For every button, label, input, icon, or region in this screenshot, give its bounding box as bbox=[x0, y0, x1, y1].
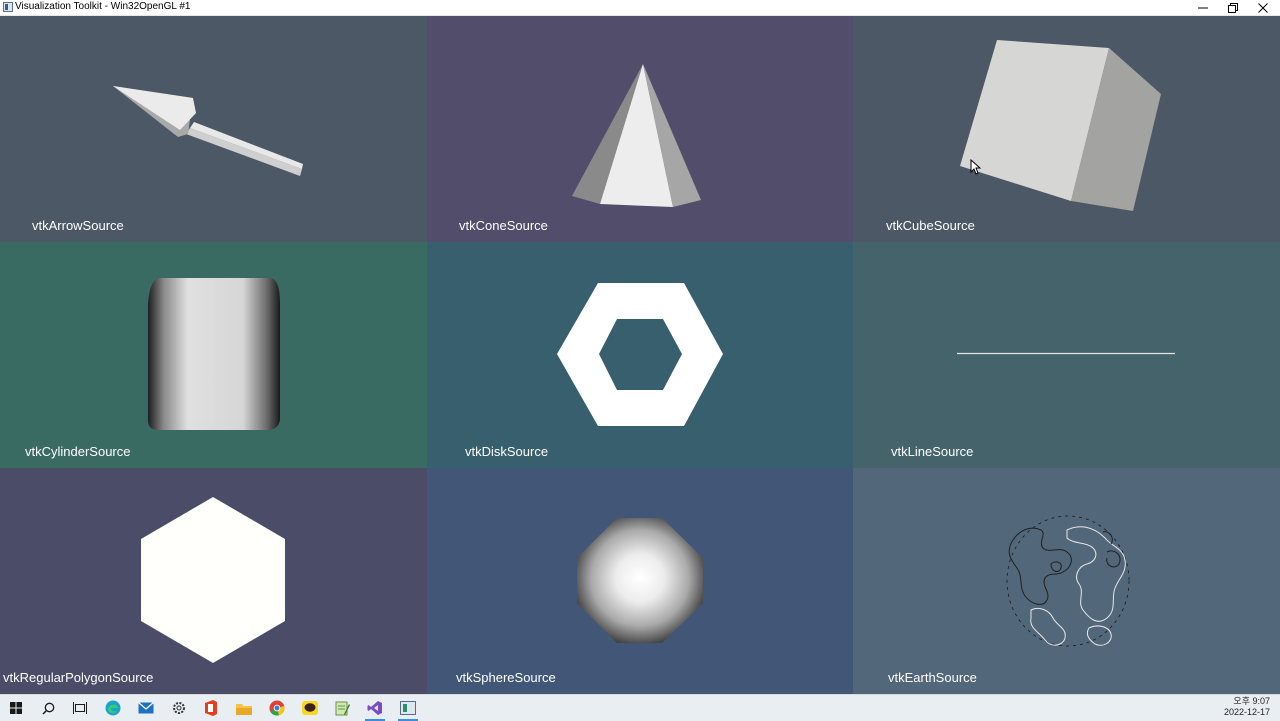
viewport-label: vtkLineSource bbox=[891, 444, 974, 459]
arrow-render bbox=[113, 86, 303, 176]
render-window[interactable]: vtkArrowSource vtkConeSource vtkCubeSour… bbox=[0, 16, 1280, 694]
taskbar-kakaotalk[interactable] bbox=[294, 695, 326, 721]
viewport-label: vtkSphereSource bbox=[456, 670, 556, 685]
task-view-icon bbox=[73, 702, 87, 714]
restore-icon bbox=[1228, 2, 1238, 13]
office-icon bbox=[205, 700, 217, 716]
regular-polygon-render bbox=[141, 497, 285, 663]
start-button[interactable] bbox=[0, 695, 32, 721]
taskbar-visual-studio[interactable] bbox=[359, 695, 391, 721]
restore-button[interactable] bbox=[1218, 0, 1248, 15]
cube-render bbox=[960, 40, 1161, 211]
viewport-label: vtkRegularPolygonSource bbox=[3, 670, 154, 685]
cylinder-render bbox=[148, 278, 280, 430]
minimize-icon bbox=[1198, 7, 1208, 8]
viewport-earth[interactable]: vtkEarthSource bbox=[853, 468, 1280, 694]
viewport-line[interactable]: vtkLineSource bbox=[853, 242, 1280, 468]
window-title: Visualization Toolkit - Win32OpenGL #1 bbox=[15, 1, 191, 12]
settings-icon bbox=[173, 702, 185, 714]
close-icon bbox=[1258, 2, 1268, 13]
visual-studio-icon bbox=[367, 701, 382, 715]
sphere-render bbox=[577, 518, 703, 643]
taskbar-office[interactable] bbox=[195, 695, 227, 721]
viewport-cube[interactable]: vtkCubeSource bbox=[853, 16, 1280, 242]
minimize-button[interactable] bbox=[1188, 0, 1218, 15]
mouse-cursor-icon bbox=[970, 159, 982, 175]
search-icon bbox=[41, 702, 54, 715]
line-render bbox=[957, 352, 1175, 355]
disk-render bbox=[557, 283, 723, 426]
window-titlebar[interactable]: Visualization Toolkit - Win32OpenGL #1 bbox=[0, 0, 1280, 16]
viewport-cone[interactable]: vtkConeSource bbox=[427, 16, 854, 242]
taskbar: 오후 9:07 2022-12-17 bbox=[0, 694, 1280, 721]
taskbar-notepad[interactable] bbox=[326, 695, 358, 721]
taskbar-chrome[interactable] bbox=[261, 695, 293, 721]
mail-icon bbox=[138, 702, 154, 714]
viewport-sphere[interactable]: vtkSphereSource bbox=[427, 468, 854, 694]
viewport-arrow[interactable]: vtkArrowSource bbox=[0, 16, 427, 242]
viewport-cylinder[interactable]: vtkCylinderSource bbox=[0, 242, 427, 468]
viewport-disk[interactable]: vtkDiskSource bbox=[427, 242, 854, 468]
taskbar-edge[interactable] bbox=[97, 695, 129, 721]
viewport-regular-polygon[interactable]: vtkRegularPolygonSource bbox=[0, 468, 427, 694]
cone-render bbox=[572, 64, 701, 207]
search-button[interactable] bbox=[32, 695, 64, 721]
notepad-icon bbox=[335, 701, 350, 716]
task-view-button[interactable] bbox=[64, 695, 96, 721]
app-icon bbox=[3, 2, 13, 12]
taskbar-vtk-window[interactable] bbox=[392, 695, 424, 721]
viewport-label: vtkArrowSource bbox=[32, 218, 124, 233]
windows-start-icon bbox=[10, 702, 22, 714]
file-explorer-icon bbox=[236, 703, 252, 715]
earth-render bbox=[1006, 515, 1130, 647]
viewport-label: vtkDiskSource bbox=[465, 444, 549, 459]
clock-time: 오후 9:07 bbox=[1233, 696, 1270, 706]
taskbar-mail[interactable] bbox=[130, 695, 162, 721]
edge-icon bbox=[105, 700, 121, 716]
viewport-label: vtkConeSource bbox=[459, 218, 548, 233]
viewport-label: vtkEarthSource bbox=[888, 670, 977, 685]
viewport-label: vtkCubeSource bbox=[886, 218, 975, 233]
close-button[interactable] bbox=[1248, 0, 1278, 15]
chrome-icon bbox=[269, 700, 285, 716]
kakaotalk-icon bbox=[302, 701, 318, 715]
viewport-label: vtkCylinderSource bbox=[25, 444, 131, 459]
clock-date: 2022-12-17 bbox=[1223, 707, 1270, 717]
system-clock[interactable]: 오후 9:07 2022-12-17 bbox=[1224, 696, 1270, 718]
vtk-window-icon bbox=[400, 701, 416, 715]
taskbar-settings[interactable] bbox=[163, 695, 195, 721]
taskbar-file-explorer[interactable] bbox=[228, 695, 260, 721]
